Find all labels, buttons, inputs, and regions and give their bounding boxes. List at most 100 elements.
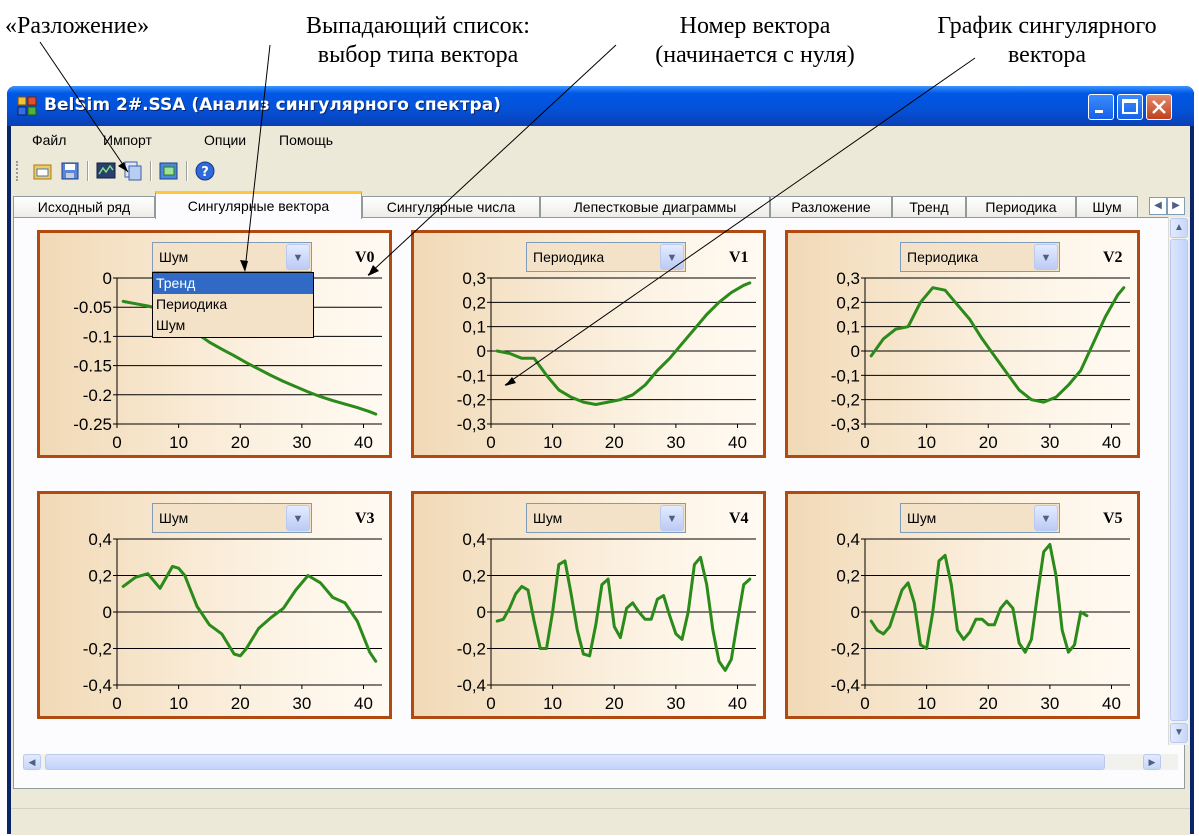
tab-source-series[interactable]: Исходный ряд [13, 196, 155, 218]
chevron-down-icon[interactable]: ▼ [1034, 505, 1058, 531]
tab-singular-vectors[interactable]: Сингулярные вектора [155, 191, 362, 219]
vector-type-select-v4[interactable]: Шум ▼ [526, 503, 686, 533]
app-window: BelSim 2#.SSA (Анализ сингулярного спект… [7, 86, 1194, 835]
horizontal-scroll-thumb[interactable] [45, 754, 1105, 770]
x-tick-label: 20 [979, 694, 998, 713]
x-tick-label: 0 [112, 694, 121, 713]
close-icon [1152, 100, 1166, 114]
vector-type-select-v2[interactable]: Периодика ▼ [900, 242, 1060, 272]
y-tick-label: -0,4 [457, 676, 486, 695]
decomposition-icon[interactable] [95, 160, 117, 182]
menu-options[interactable]: Опции [204, 132, 246, 148]
vertical-scrollbar[interactable]: ▲ ▼ [1168, 217, 1189, 745]
x-tick-label: 10 [543, 433, 562, 452]
x-tick-label: 40 [1102, 694, 1121, 713]
vector-number-v1: V1 [729, 249, 749, 266]
maximize-button[interactable] [1117, 94, 1143, 120]
x-tick-label: 30 [666, 694, 685, 713]
vector-type-select-v5[interactable]: Шум ▼ [900, 503, 1060, 533]
menu-help[interactable]: Помощь [279, 132, 333, 148]
dropdown-option-trend[interactable]: Тренд [153, 273, 313, 294]
x-tick-label: 20 [231, 433, 250, 452]
chevron-down-icon[interactable]: ▼ [660, 244, 684, 270]
vector-type-value-v4: Шум [533, 510, 563, 526]
dropdown-option-periodic[interactable]: Периодика [153, 294, 313, 315]
scroll-left-button[interactable]: ◀ [23, 754, 41, 770]
minimize-button[interactable] [1088, 94, 1114, 120]
y-tick-label: -0,1 [831, 366, 860, 385]
vector-type-select-v0[interactable]: Шум ▼ [152, 242, 312, 272]
y-tick-label: -0.25 [73, 415, 112, 434]
x-tick-label: 10 [917, 694, 936, 713]
annotation-vector-number-line2: (начинается с нуля) [655, 42, 855, 68]
tab-petal-diagrams[interactable]: Лепестковые диаграммы [540, 196, 770, 218]
vertical-scroll-thumb[interactable] [1170, 239, 1188, 721]
chevron-down-icon[interactable]: ▼ [660, 505, 684, 531]
y-tick-label: -0,2 [83, 640, 112, 659]
y-tick-label: -0,4 [83, 676, 112, 695]
y-tick-label: -0.15 [73, 357, 112, 376]
annotation-dropdown: Выпадающий список: выбор типа вектора [258, 12, 578, 70]
x-tick-label: 30 [666, 433, 685, 452]
vector-type-select-v3[interactable]: Шум ▼ [152, 503, 312, 533]
copy-icon[interactable] [122, 160, 144, 182]
horizontal-scrollbar[interactable]: ◀ ▶ [23, 754, 1178, 770]
toolbar-separator [186, 161, 188, 181]
scroll-down-button[interactable]: ▼ [1170, 723, 1188, 743]
y-tick-label: 0 [851, 603, 860, 622]
vector-number-v4: V4 [729, 510, 749, 527]
scroll-up-button[interactable]: ▲ [1170, 218, 1188, 238]
y-tick-label: 0,2 [462, 293, 486, 312]
title-bar[interactable]: BelSim 2#.SSA (Анализ сингулярного спект… [7, 86, 1194, 126]
tab-scroll-right-button[interactable]: ▶ [1167, 197, 1185, 215]
help-icon[interactable]: ? [194, 160, 216, 182]
vector-panel-v3: 0,4 0,2 0 -0,2 -0,4 0 10 20 30 40 Шум ▼ V3 [37, 491, 392, 719]
y-tick-label: -0,2 [831, 640, 860, 659]
x-tick-label: 0 [860, 433, 869, 452]
x-tick-label: 30 [1040, 433, 1059, 452]
open-icon[interactable] [32, 160, 54, 182]
y-tick-label: -0,2 [831, 391, 860, 410]
y-tick-label: 0 [477, 342, 486, 361]
export-icon[interactable] [158, 160, 180, 182]
toolbar-grip[interactable] [16, 161, 21, 181]
y-tick-label: 0,1 [462, 318, 486, 337]
y-tick-label: 0,2 [88, 567, 112, 586]
tab-decomposition[interactable]: Разложение [770, 196, 892, 218]
dropdown-option-noise[interactable]: Шум [153, 315, 313, 336]
tab-trend[interactable]: Тренд [892, 196, 966, 218]
chevron-down-icon[interactable]: ▼ [286, 244, 310, 270]
x-tick-label: 40 [354, 433, 373, 452]
tab-periodic[interactable]: Периодика [966, 196, 1076, 218]
vector-type-select-v1[interactable]: Периодика ▼ [526, 242, 686, 272]
status-bar [11, 808, 1190, 835]
x-tick-label: 30 [292, 433, 311, 452]
scroll-right-button[interactable]: ▶ [1143, 754, 1161, 770]
x-tick-label: 0 [860, 694, 869, 713]
x-tick-label: 20 [605, 433, 624, 452]
vector-panel-v5: 0,4 0,2 0 -0,2 -0,4 0 10 20 30 40 Шум ▼ V5 [785, 491, 1140, 719]
tab-scroll-left-button[interactable]: ◀ [1149, 197, 1167, 215]
annotation-graph-line2: вектора [1007, 42, 1086, 68]
y-tick-label: 0,4 [836, 530, 860, 549]
x-tick-label: 10 [169, 433, 188, 452]
y-tick-label: -0,3 [457, 415, 486, 434]
chevron-down-icon[interactable]: ▼ [286, 505, 310, 531]
tab-noise[interactable]: Шум [1076, 196, 1138, 218]
save-icon[interactable] [59, 160, 81, 182]
x-tick-label: 10 [543, 694, 562, 713]
x-tick-label: 40 [354, 694, 373, 713]
y-tick-label: 0 [103, 269, 112, 288]
tab-singular-values[interactable]: Сингулярные числа [362, 196, 540, 218]
toolbar: ? [11, 156, 1190, 186]
menu-import[interactable]: Импорт [103, 132, 152, 148]
close-button[interactable] [1146, 94, 1172, 120]
tab-content: 0 -0.05 -0.1 -0.15 -0.2 -0.25 0 10 20 30 40 Шум ▼ … [13, 217, 1185, 789]
y-tick-label: 0,3 [462, 269, 486, 288]
x-tick-label: 40 [728, 433, 747, 452]
y-tick-label: -0,4 [831, 676, 860, 695]
menu-file[interactable]: Файл [32, 132, 66, 148]
svg-text:?: ? [201, 165, 209, 180]
window-title: BelSim 2#.SSA (Анализ сингулярного спект… [44, 95, 501, 115]
chevron-down-icon[interactable]: ▼ [1034, 244, 1058, 270]
